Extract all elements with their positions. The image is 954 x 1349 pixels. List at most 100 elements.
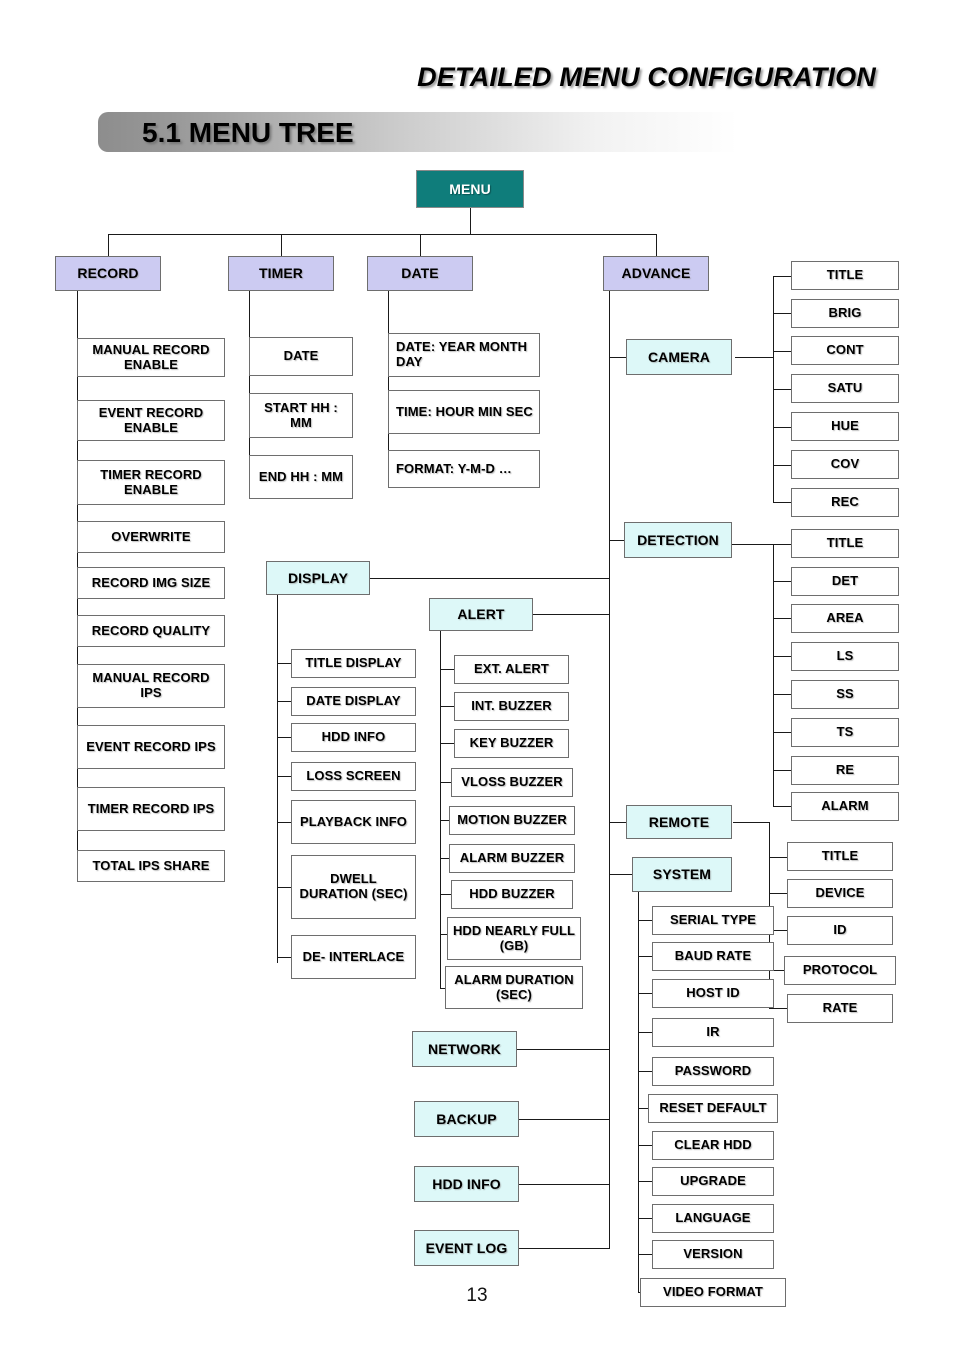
- node-camera-item[interactable]: BRIG: [791, 299, 899, 328]
- node-camera-item[interactable]: COV: [791, 450, 899, 479]
- node-system-item[interactable]: RESET DEFAULT: [648, 1094, 778, 1123]
- node-display[interactable]: DISPLAY: [266, 561, 370, 595]
- node-record-item[interactable]: EVENT RECORD IPS: [77, 725, 225, 769]
- tick: [769, 1008, 787, 1009]
- node-display-item[interactable]: LOSS SCREEN: [291, 762, 416, 791]
- node-record-item[interactable]: RECORD QUALITY: [77, 615, 225, 647]
- node-display-item[interactable]: PLAYBACK INFO: [291, 800, 416, 844]
- node-timer[interactable]: TIMER: [228, 256, 334, 291]
- tick: [638, 1181, 652, 1182]
- node-alert-item[interactable]: INT. BUZZER: [454, 692, 569, 721]
- node-system-item[interactable]: VERSION: [652, 1240, 774, 1269]
- node-hdd-info[interactable]: HDD INFO: [414, 1166, 519, 1202]
- node-system-item[interactable]: UPGRADE: [652, 1167, 774, 1196]
- node-detection-item[interactable]: DET: [791, 567, 899, 596]
- node-record-item[interactable]: TIMER RECORD IPS: [77, 787, 225, 831]
- node-camera-item[interactable]: REC: [791, 488, 899, 517]
- node-detection[interactable]: DETECTION: [624, 522, 732, 558]
- node-remote-item[interactable]: TITLE: [787, 842, 893, 871]
- node-display-item[interactable]: DATE DISPLAY: [291, 687, 416, 716]
- node-camera-item[interactable]: CONT: [791, 336, 899, 365]
- tick: [773, 806, 791, 807]
- node-date-item[interactable]: FORMAT: Y-M-D …: [388, 450, 540, 488]
- node-network[interactable]: NETWORK: [412, 1031, 517, 1067]
- tick: [773, 618, 791, 619]
- node-detection-item[interactable]: ALARM: [791, 792, 899, 821]
- tick: [773, 465, 791, 466]
- node-system-item[interactable]: BAUD RATE: [652, 942, 774, 971]
- node-remote-item[interactable]: DEVICE: [787, 879, 893, 908]
- node-alert-item[interactable]: EXT. ALERT: [454, 655, 569, 684]
- node-alert-item[interactable]: HDD BUZZER: [451, 880, 573, 909]
- node-detection-item[interactable]: LS: [791, 642, 899, 671]
- node-detection-item[interactable]: SS: [791, 680, 899, 709]
- node-alert-item[interactable]: MOTION BUZZER: [449, 806, 575, 835]
- node-backup[interactable]: BACKUP: [414, 1101, 519, 1137]
- node-record-item[interactable]: MANUAL RECORD IPS: [77, 664, 225, 708]
- node-system-item[interactable]: IR: [652, 1018, 774, 1047]
- node-remote-item[interactable]: PROTOCOL: [784, 956, 896, 985]
- connector-camera-to-spine: [735, 357, 773, 358]
- node-alert-item[interactable]: VLOSS BUZZER: [451, 768, 573, 797]
- node-system-item[interactable]: SERIAL TYPE: [652, 906, 774, 935]
- node-alert-item[interactable]: KEY BUZZER: [454, 729, 569, 758]
- node-camera-item[interactable]: TITLE: [791, 261, 899, 290]
- node-timer-item[interactable]: END HH : MM: [249, 455, 353, 499]
- node-record-item[interactable]: TIMER RECORD ENABLE: [77, 460, 225, 505]
- tick: [773, 770, 791, 771]
- node-record-item[interactable]: RECORD IMG SIZE: [77, 567, 225, 599]
- node-camera[interactable]: CAMERA: [626, 339, 732, 375]
- node-detection-item[interactable]: TITLE: [791, 529, 899, 558]
- node-camera-item[interactable]: SATU: [791, 374, 899, 403]
- tick: [773, 581, 791, 582]
- node-remote[interactable]: REMOTE: [626, 805, 732, 839]
- tick: [773, 276, 791, 277]
- tick: [277, 957, 291, 958]
- node-system[interactable]: SYSTEM: [632, 857, 732, 892]
- node-system-item[interactable]: PASSWORD: [652, 1057, 774, 1086]
- node-display-item[interactable]: HDD INFO: [291, 723, 416, 752]
- connector-network-to-advance: [517, 1049, 609, 1050]
- node-record-item[interactable]: OVERWRITE: [77, 521, 225, 553]
- node-detection-item[interactable]: AREA: [791, 604, 899, 633]
- tick: [773, 694, 791, 695]
- page-number: 13: [466, 1285, 488, 1306]
- node-system-item[interactable]: LANGUAGE: [652, 1204, 774, 1233]
- node-alert[interactable]: ALERT: [429, 598, 533, 631]
- node-timer-item[interactable]: START HH : MM: [249, 393, 353, 438]
- connector-spine-detection: [773, 544, 774, 806]
- node-advance[interactable]: ADVANCE: [603, 256, 709, 291]
- tick: [609, 874, 632, 875]
- node-alert-item[interactable]: HDD NEARLY FULL (GB): [447, 917, 581, 960]
- node-date[interactable]: DATE: [367, 256, 473, 291]
- node-display-item[interactable]: DE- INTERLACE: [291, 935, 416, 979]
- connector-spine-timer: [249, 291, 250, 477]
- node-detection-item[interactable]: TS: [791, 718, 899, 747]
- node-detection-item[interactable]: RE: [791, 756, 899, 785]
- node-record-item[interactable]: EVENT RECORD ENABLE: [77, 400, 225, 441]
- tick: [277, 737, 291, 738]
- tick: [440, 743, 454, 744]
- node-alert-item[interactable]: ALARM DURATION (SEC): [445, 966, 583, 1009]
- node-display-item[interactable]: TITLE DISPLAY: [291, 649, 416, 678]
- node-system-item[interactable]: CLEAR HDD: [652, 1131, 774, 1160]
- node-system-item[interactable]: HOST ID: [652, 979, 774, 1008]
- node-record[interactable]: RECORD: [55, 256, 161, 291]
- node-system-item[interactable]: VIDEO FORMAT: [640, 1278, 786, 1307]
- tick: [773, 544, 791, 545]
- node-remote-item[interactable]: RATE: [787, 994, 893, 1023]
- node-event-log[interactable]: EVENT LOG: [414, 1230, 519, 1266]
- node-menu[interactable]: MENU: [416, 170, 524, 208]
- node-date-item[interactable]: DATE: YEAR MONTH DAY: [388, 333, 540, 377]
- tick: [277, 887, 291, 888]
- node-record-item[interactable]: TOTAL IPS SHARE: [77, 850, 225, 882]
- node-camera-item[interactable]: HUE: [791, 412, 899, 441]
- tick: [277, 776, 291, 777]
- tick: [277, 701, 291, 702]
- node-timer-item[interactable]: DATE: [249, 337, 353, 376]
- node-remote-item[interactable]: ID: [787, 916, 893, 945]
- node-date-item[interactable]: TIME: HOUR MIN SEC: [388, 390, 540, 434]
- node-alert-item[interactable]: ALARM BUZZER: [449, 844, 575, 873]
- node-record-item[interactable]: MANUAL RECORD ENABLE: [77, 338, 225, 377]
- node-display-item[interactable]: DWELL DURATION (SEC): [291, 855, 416, 919]
